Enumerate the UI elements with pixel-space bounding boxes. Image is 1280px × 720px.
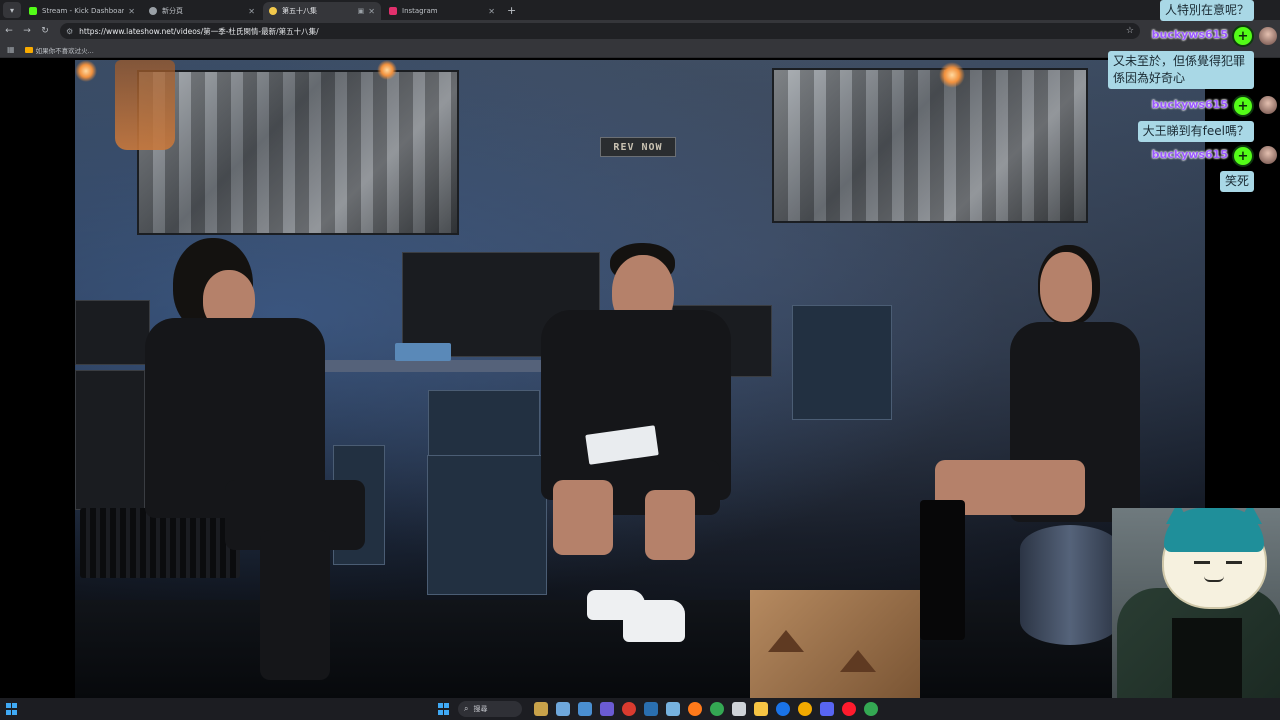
amplifier bbox=[75, 370, 145, 510]
shelf bbox=[303, 360, 553, 372]
close-tab-icon[interactable]: ✕ bbox=[488, 7, 495, 16]
bookmark-item[interactable]: 如果你不喜欢过火... bbox=[24, 45, 94, 55]
amplifier bbox=[428, 390, 540, 460]
firefox-icon[interactable] bbox=[688, 702, 702, 716]
chat-message: 人特別在意呢？ bbox=[1159, 0, 1254, 21]
chat-message: 大王睇到有feel嗎？ bbox=[1137, 121, 1254, 142]
new-tab-plus-icon[interactable]: + bbox=[507, 4, 516, 17]
windows-start-icon[interactable] bbox=[438, 703, 450, 715]
widgets-icon[interactable] bbox=[534, 702, 548, 716]
rev-now-sign: REV NOW bbox=[600, 137, 676, 157]
tab-episode-58[interactable]: 第五十八集 ▣ ✕ bbox=[263, 2, 381, 20]
tab-search-icon[interactable]: ▾ bbox=[3, 2, 21, 18]
chrome-icon[interactable] bbox=[710, 702, 724, 716]
tab-title: 第五十八集 bbox=[282, 7, 317, 15]
streamer-webcam bbox=[1112, 508, 1280, 720]
chat-message: 笑死 bbox=[1219, 171, 1254, 192]
chat-overlay: 人特別在意呢？ buckyws615 + 又未至於，但係覺得犯罪係因為好奇心 b… bbox=[1090, 0, 1280, 200]
edge-icon[interactable] bbox=[578, 702, 592, 716]
wall-poster-right bbox=[772, 68, 1088, 223]
light-bulb bbox=[377, 60, 397, 80]
amplifier bbox=[792, 305, 892, 420]
kick-badge-icon: + bbox=[1232, 145, 1254, 167]
globe-icon bbox=[149, 7, 157, 15]
kick-badge-icon: + bbox=[1232, 25, 1254, 47]
cast-icon: ▣ bbox=[357, 7, 365, 15]
light-bulb bbox=[939, 62, 965, 88]
chat-message: 又未至於，但係覺得犯罪係因為好奇心 bbox=[1108, 51, 1254, 89]
instagram-favicon-icon bbox=[389, 7, 397, 15]
light-bulb bbox=[75, 60, 97, 82]
equipment-case bbox=[395, 343, 451, 361]
tab-kick-dashboard[interactable]: Stream - Kick Dashboard ✕ bbox=[23, 2, 141, 20]
drum bbox=[1020, 525, 1120, 645]
taskbar: ⌕ 搜尋 bbox=[0, 698, 1280, 720]
taskbar-apps bbox=[530, 702, 882, 716]
explorer-icon[interactable] bbox=[754, 702, 768, 716]
chat-username: buckyws615 bbox=[1151, 148, 1228, 161]
avatar bbox=[1259, 27, 1277, 45]
coin-icon[interactable] bbox=[798, 702, 812, 716]
tab-instagram[interactable]: Instagram ✕ bbox=[383, 2, 501, 20]
chat-username: buckyws615 bbox=[1151, 98, 1228, 111]
snorlax-hat-top bbox=[1164, 508, 1264, 552]
opera-icon[interactable] bbox=[842, 702, 856, 716]
pendant-lamp bbox=[115, 60, 175, 150]
chrome-icon[interactable] bbox=[622, 702, 636, 716]
close-tab-icon[interactable]: ✕ bbox=[248, 7, 255, 16]
avatar bbox=[1259, 96, 1277, 114]
lateshow-favicon-icon bbox=[269, 7, 277, 15]
teams-icon[interactable] bbox=[600, 702, 614, 716]
close-tab-icon[interactable]: ✕ bbox=[368, 7, 375, 16]
close-tab-icon[interactable]: ✕ bbox=[128, 7, 135, 16]
tab-title: Instagram bbox=[402, 7, 438, 15]
capcut-icon[interactable] bbox=[732, 702, 746, 716]
chat-username: buckyws615 bbox=[1151, 28, 1228, 41]
tab-strip: ▾ Stream - Kick Dashboard ✕ 新分頁 ✕ 第五十八集 … bbox=[0, 0, 1280, 20]
amplifier bbox=[75, 300, 150, 365]
wall-poster-left bbox=[137, 70, 459, 235]
file-manager-icon[interactable] bbox=[556, 702, 570, 716]
video-player[interactable]: REV NOW bbox=[75, 60, 1205, 698]
search-icon: ⌕ bbox=[464, 704, 469, 713]
avatar bbox=[1259, 146, 1277, 164]
amplifier bbox=[427, 455, 547, 595]
bookmarks-bar: ▦ 如果你不喜欢过火... bbox=[0, 42, 1280, 58]
folder-icon bbox=[24, 46, 33, 53]
reload-icon[interactable]: ↻ bbox=[36, 26, 54, 36]
tab-title: 新分頁 bbox=[162, 7, 183, 15]
url-text: https://www.lateshow.net/videos/第一季-杜氏閑情… bbox=[79, 26, 319, 36]
site-info-icon[interactable]: ⚙ bbox=[66, 27, 73, 36]
kick-favicon-icon bbox=[29, 7, 37, 15]
discord-icon[interactable] bbox=[820, 702, 834, 716]
forward-arrow-icon[interactable]: → bbox=[18, 26, 36, 36]
chrome-icon[interactable] bbox=[864, 702, 878, 716]
kick-badge-icon: + bbox=[1232, 95, 1254, 117]
address-bar[interactable]: ⚙ https://www.lateshow.net/videos/第一季-杜氏… bbox=[60, 23, 1140, 39]
music-stand bbox=[80, 508, 240, 578]
photos-icon[interactable] bbox=[666, 702, 680, 716]
steam-icon[interactable] bbox=[644, 702, 658, 716]
apps-grid-icon[interactable]: ▦ bbox=[7, 45, 15, 54]
navigation-bar: ← → ↻ ⚙ https://www.lateshow.net/videos/… bbox=[0, 20, 1280, 42]
taskbar-search[interactable]: ⌕ 搜尋 bbox=[458, 701, 522, 717]
tab-new-tab[interactable]: 新分頁 ✕ bbox=[143, 2, 261, 20]
windows-start-icon[interactable] bbox=[6, 703, 18, 715]
search-label: 搜尋 bbox=[473, 705, 488, 713]
back-arrow-icon[interactable]: ← bbox=[0, 26, 18, 36]
bookmark-label: 如果你不喜欢过火... bbox=[35, 46, 94, 55]
wooden-crate bbox=[750, 590, 920, 698]
tab-title: Stream - Kick Dashboard bbox=[42, 7, 125, 15]
chrome-icon[interactable] bbox=[776, 702, 790, 716]
